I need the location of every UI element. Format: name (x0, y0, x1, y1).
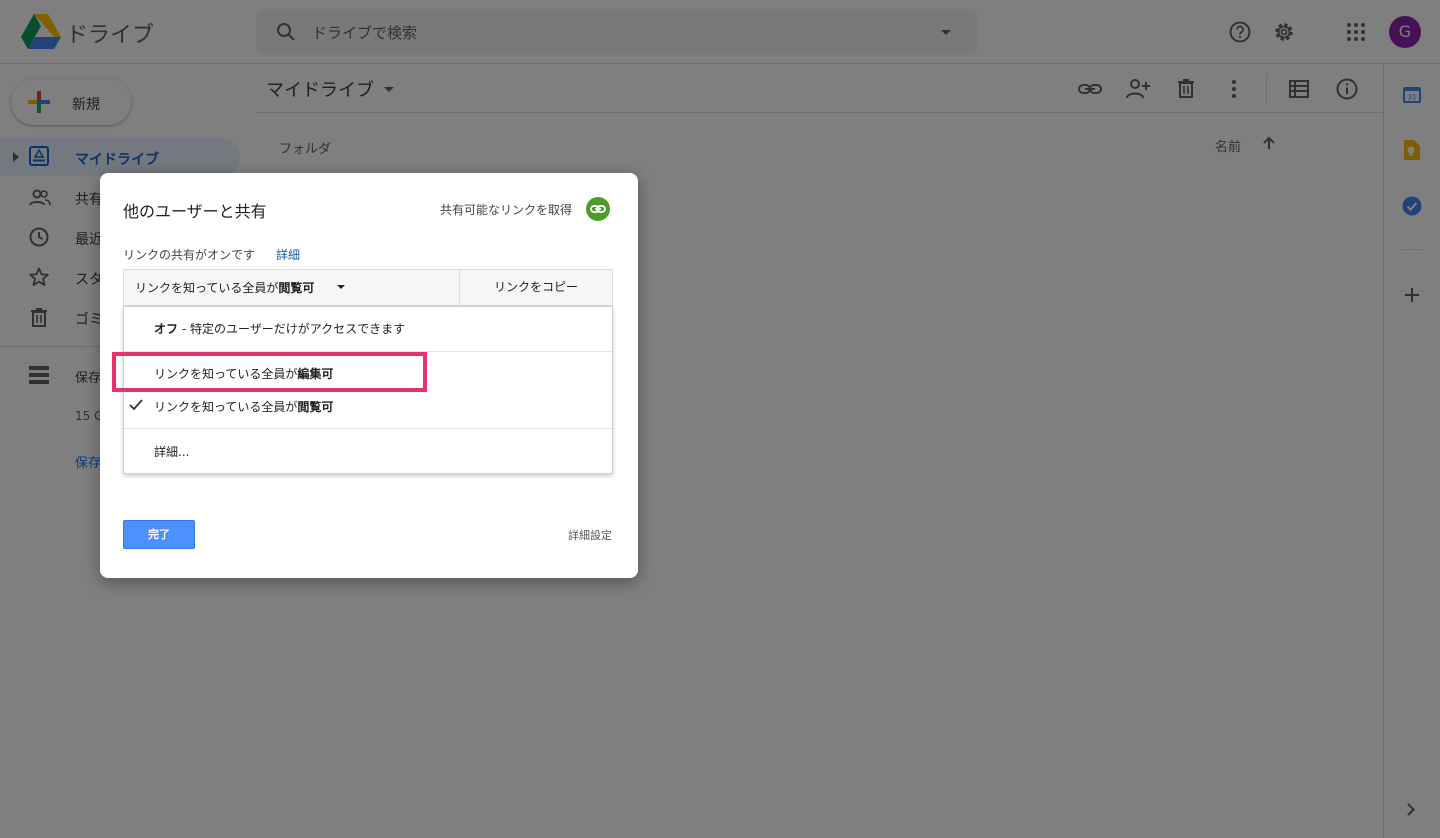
advanced-settings-link[interactable]: 詳細設定 (568, 527, 612, 543)
permission-value: 閲覧可 (278, 281, 315, 295)
highlight-annotation-box (112, 352, 427, 392)
get-shareable-link[interactable]: 共有可能なリンクを取得 (440, 201, 572, 218)
link-icon[interactable] (586, 197, 610, 221)
menu-item-off-desc: - 特定のユーザーだけがアクセスできます (178, 322, 406, 336)
copy-link-button[interactable]: リンクをコピー (459, 269, 613, 306)
dialog-title: 他のユーザーと共有 (123, 202, 267, 221)
menu-divider (124, 428, 612, 429)
check-icon (129, 399, 143, 411)
done-button[interactable]: 完了 (123, 520, 195, 549)
menu-item-view-prefix: リンクを知っている全員が (154, 400, 298, 414)
menu-item-off[interactable]: オフ - 特定のユーザーだけがアクセスできます (154, 320, 405, 337)
link-sharing-status: リンクの共有がオンです (123, 248, 256, 262)
permission-select-label: リンクを知っている全員が閲覧可 (135, 279, 314, 296)
menu-item-can-view[interactable]: リンクを知っている全員が閲覧可 (154, 398, 333, 415)
menu-item-more[interactable]: 詳細... (154, 443, 189, 460)
dropdown-caret-icon[interactable] (337, 285, 345, 289)
details-link[interactable]: 詳細 (276, 246, 300, 263)
menu-item-view-value: 閲覧可 (297, 400, 334, 414)
permission-prefix: リンクを知っている全員が (135, 281, 279, 295)
menu-item-off-label: オフ (154, 322, 179, 336)
